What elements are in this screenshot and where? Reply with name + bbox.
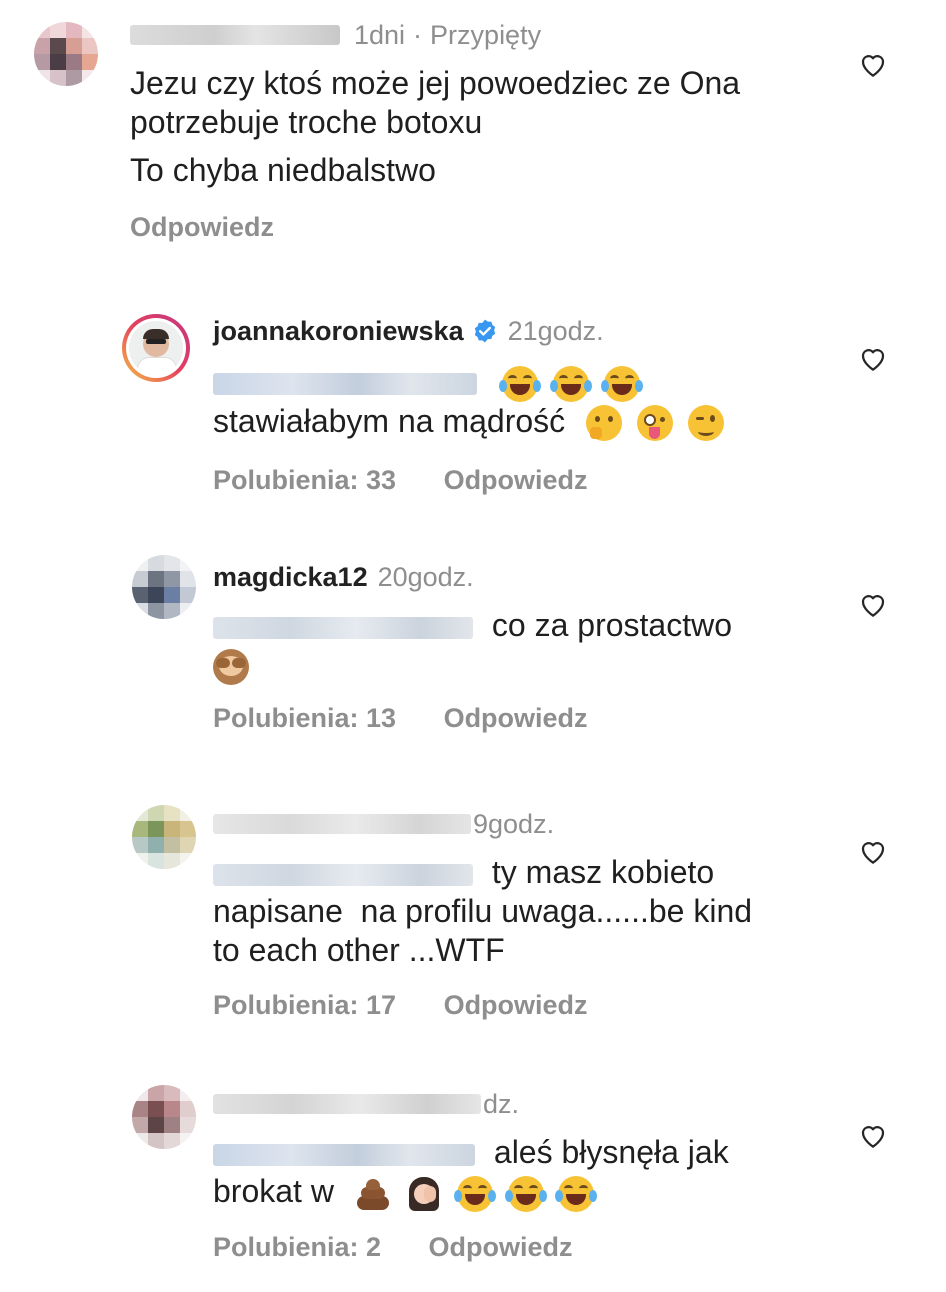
heart-icon[interactable] bbox=[858, 1121, 888, 1151]
likes-count[interactable]: Polubienia: 17 bbox=[213, 990, 396, 1020]
zany-face-emoji bbox=[636, 405, 673, 442]
blurred-mention[interactable] bbox=[213, 372, 477, 395]
avatar[interactable] bbox=[122, 314, 190, 382]
winking-face-emoji bbox=[687, 405, 724, 442]
heart-icon[interactable] bbox=[858, 344, 888, 374]
blurred-username[interactable] bbox=[130, 25, 340, 45]
reply-button[interactable]: Odpowiedz bbox=[444, 703, 588, 733]
blurred-username[interactable] bbox=[213, 814, 471, 834]
reply-button[interactable]: Odpowiedz bbox=[429, 1232, 573, 1262]
tears-of-joy-emoji bbox=[498, 365, 541, 402]
tears-of-joy-emoji bbox=[555, 1175, 598, 1212]
comment-time: dz. bbox=[483, 1089, 520, 1119]
avatar[interactable] bbox=[34, 22, 98, 86]
comment-text: ty masz kobieto bbox=[491, 854, 715, 890]
comment-text-line: potrzebuje troche botoxu bbox=[130, 104, 483, 140]
comment-time: 20godz. bbox=[377, 562, 474, 592]
blurred-mention[interactable] bbox=[213, 863, 473, 886]
avatar[interactable] bbox=[132, 1085, 196, 1149]
reply-button[interactable]: Odpowiedz bbox=[130, 212, 274, 242]
heart-icon[interactable] bbox=[858, 50, 888, 80]
avatar[interactable] bbox=[132, 805, 196, 869]
likes-count[interactable]: Polubienia: 13 bbox=[213, 703, 396, 733]
blurred-mention[interactable] bbox=[213, 616, 473, 639]
username[interactable]: joannakoroniewska bbox=[213, 314, 464, 348]
avatar[interactable] bbox=[132, 555, 196, 619]
reply-button[interactable]: Odpowiedz bbox=[444, 465, 588, 495]
blurred-username[interactable] bbox=[213, 1094, 481, 1114]
reply-button[interactable]: Odpowiedz bbox=[444, 990, 588, 1020]
comment-text: stawiałabym na mądrość bbox=[213, 402, 566, 439]
heart-icon[interactable] bbox=[858, 590, 888, 620]
pile-of-poo-emoji bbox=[355, 1176, 391, 1212]
comment-text-line: Jezu czy ktoś może jej powoedziec ze Ona bbox=[130, 65, 741, 101]
verified-badge-icon bbox=[474, 319, 495, 343]
pinned-label: Przypięty bbox=[430, 20, 542, 50]
likes-count[interactable]: Polubienia: 2 bbox=[213, 1232, 381, 1262]
tears-of-joy-emoji bbox=[453, 1175, 496, 1212]
comment-text: to each other ...WTF bbox=[213, 932, 505, 968]
comment-text: aleś błysnęła jak bbox=[493, 1134, 729, 1170]
comment-text: napisane na profilu uwaga......be kind bbox=[213, 893, 753, 929]
likes-count[interactable]: Polubienia: 33 bbox=[213, 465, 396, 495]
facepalm-emoji bbox=[406, 1176, 442, 1212]
see-no-evil-monkey-emoji bbox=[213, 648, 249, 685]
tears-of-joy-emoji bbox=[504, 1175, 547, 1212]
heart-icon[interactable] bbox=[858, 837, 888, 867]
thinking-face-emoji bbox=[586, 405, 623, 442]
comment-text: brokat w bbox=[213, 1173, 334, 1209]
comment-time: 9godz. bbox=[473, 809, 555, 839]
comment-time: 21godz. bbox=[507, 316, 604, 346]
username[interactable]: magdicka12 bbox=[213, 560, 368, 594]
comment-text-line: To chyba niedbalstwo bbox=[130, 152, 436, 188]
blurred-mention[interactable] bbox=[213, 1143, 475, 1166]
tears-of-joy-emoji bbox=[600, 365, 643, 402]
comment-text: co za prostactwo bbox=[491, 607, 732, 643]
tears-of-joy-emoji bbox=[549, 365, 592, 402]
comment-time: 1dni bbox=[354, 20, 406, 50]
